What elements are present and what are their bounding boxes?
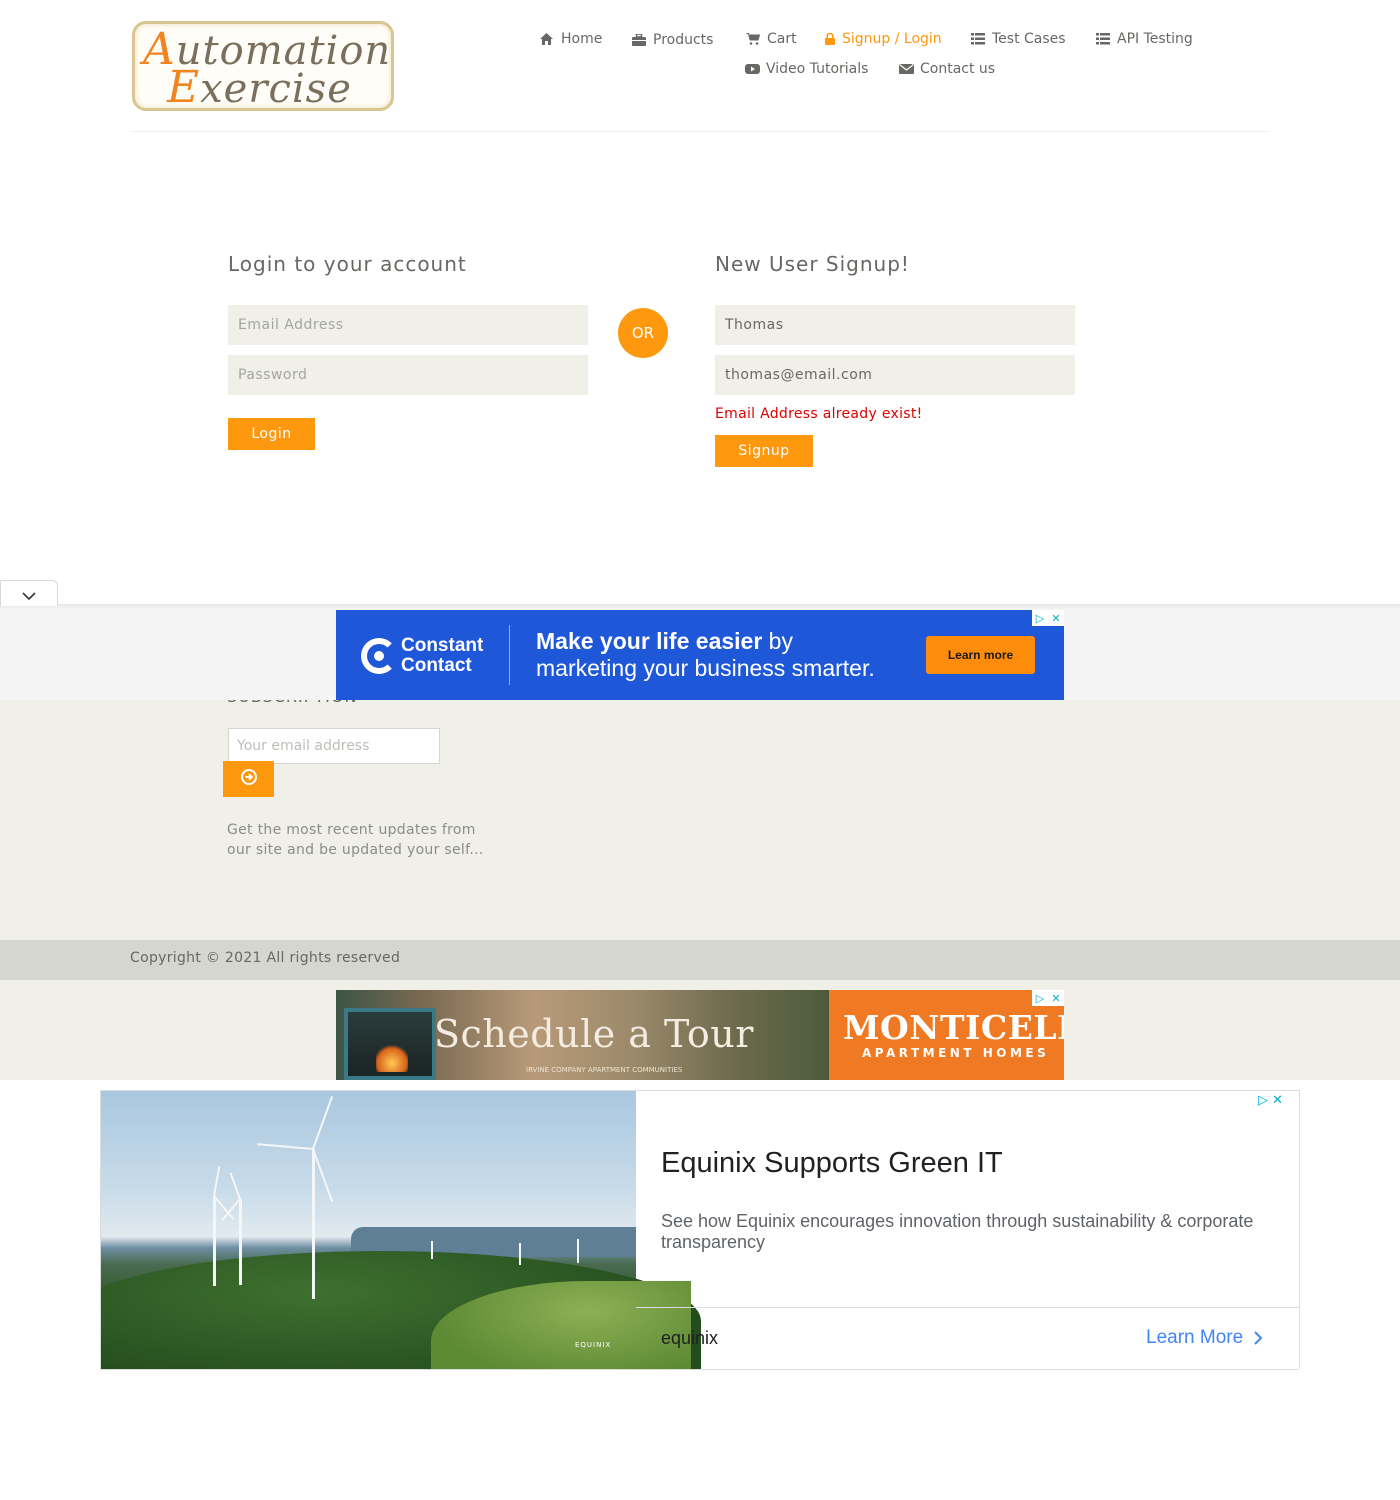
- constant-contact-ad[interactable]: Constant Contact Make your life easier b…: [336, 610, 1064, 700]
- equinix-learn-more-label: Learn More: [1146, 1327, 1244, 1348]
- wind-turbines-image: EQUINIX: [101, 1091, 701, 1369]
- signup-title: New User Signup!: [715, 252, 910, 276]
- cc-divider: [509, 625, 510, 685]
- cc-learn-more-button[interactable]: Learn more: [926, 636, 1035, 674]
- equinix-learn-more-link[interactable]: Learn More: [1146, 1327, 1263, 1349]
- nav-cart[interactable]: Cart: [746, 31, 797, 47]
- cc-headline: Make your life easier by marketing your …: [536, 628, 875, 682]
- logo-text-2: xercise: [200, 66, 352, 112]
- logo-cap-e: E: [167, 62, 201, 113]
- turbine-tower: [519, 1243, 521, 1265]
- subscription-email-input[interactable]: Your email address: [228, 728, 440, 764]
- envelope-icon: [899, 63, 914, 75]
- monticello-subtitle: APARTMENT HOMES: [862, 1046, 1050, 1060]
- logo-line-2: Exercise: [167, 62, 352, 113]
- ad-close-icon[interactable]: ✕: [1048, 610, 1064, 626]
- login-password-input[interactable]: Password: [228, 355, 588, 395]
- ad-choices[interactable]: ▷ ✕: [1032, 990, 1064, 1006]
- footer-widget: [0, 700, 1400, 940]
- lock-icon: [825, 32, 835, 45]
- monticello-brand: MONTICELLO: [843, 1008, 1064, 1047]
- login-button[interactable]: Login: [228, 418, 315, 450]
- nav-cart-label: Cart: [767, 31, 797, 47]
- nav-products[interactable]: Products: [632, 32, 713, 48]
- ad-choices-icon: ▷: [1035, 611, 1045, 625]
- ad-choices-icon: ▷: [1258, 1093, 1268, 1108]
- turbine-tower: [431, 1241, 433, 1259]
- nav-test-cases-label: Test Cases: [992, 31, 1066, 47]
- equinix-brand: equinix: [661, 1328, 719, 1348]
- equinix-title[interactable]: Equinix Supports Green IT: [661, 1147, 1003, 1180]
- equinix-description: See how Equinix encourages innovation th…: [661, 1211, 1254, 1252]
- chevron-down-icon: [21, 587, 37, 606]
- equinix-divider: [636, 1307, 1299, 1308]
- subscription-description: Get the most recent updates from our sit…: [227, 822, 484, 858]
- copyright-text: Copyright © 2021 All rights reserved: [130, 950, 401, 966]
- nav-contact-us-label: Contact us: [920, 61, 996, 77]
- ad-collapse-tab[interactable]: [0, 580, 58, 606]
- home-icon: [540, 33, 554, 45]
- nav-home[interactable]: Home: [540, 31, 602, 47]
- login-email-input[interactable]: Email Address: [228, 305, 588, 345]
- nav-video-tutorials-label: Video Tutorials: [766, 61, 869, 77]
- signup-name-input[interactable]: Thomas: [715, 305, 1075, 345]
- nav-products-label: Products: [653, 32, 714, 48]
- equinix-watermark: EQUINIX: [575, 1341, 612, 1349]
- turbine-tower: [213, 1196, 216, 1286]
- constant-contact-logo-dot: [374, 651, 384, 661]
- cc-brand-line2: Contact: [401, 655, 472, 676]
- constant-contact-brand: Constant Contact: [401, 636, 483, 676]
- turbine-blade: [312, 1096, 334, 1150]
- header-divider: [130, 131, 1270, 132]
- monticello-fine-print: IRVINE COMPANY APARTMENT COMMUNITIES: [526, 1066, 683, 1074]
- chevron-right-icon: [1253, 1330, 1263, 1346]
- cc-headline-line2: marketing your business smarter.: [536, 655, 875, 681]
- turbine-tower: [312, 1149, 315, 1299]
- monticello-ad[interactable]: Schedule a Tour IRVINE COMPANY APARTMENT…: [336, 990, 1064, 1080]
- ad-choices-icon: ▷: [1035, 991, 1045, 1005]
- turbine-tower: [239, 1199, 242, 1285]
- signup-button[interactable]: Signup: [715, 435, 813, 467]
- nav-test-cases[interactable]: Test Cases: [971, 31, 1066, 47]
- signup-email-input[interactable]: thomas@email.com: [715, 355, 1075, 395]
- nav-api-testing-label: API Testing: [1117, 31, 1193, 47]
- nav-signup-login-label: Signup / Login: [842, 31, 942, 47]
- turbine-tower: [577, 1239, 579, 1263]
- fire-image: [376, 1042, 408, 1072]
- turbine-blade: [229, 1172, 241, 1200]
- nav-api-testing[interactable]: API Testing: [1096, 31, 1193, 47]
- briefcase-icon: [632, 33, 646, 46]
- site-logo[interactable]: Automation Exercise: [132, 21, 394, 113]
- nav-video-tutorials[interactable]: Video Tutorials: [745, 61, 868, 77]
- signup-error-message: Email Address already exist!: [715, 406, 923, 422]
- site-header: Automation Exercise Home Products Cart S…: [0, 0, 1400, 133]
- ad-close-icon[interactable]: ✕: [1272, 1093, 1283, 1109]
- list-icon: [971, 33, 985, 45]
- arrow-circle-right-icon: [240, 769, 257, 789]
- login-title: Login to your account: [228, 252, 467, 276]
- youtube-play-icon: [745, 63, 760, 75]
- cc-brand-line1: Constant: [401, 635, 484, 656]
- monticello-brand-panel: MONTICELLO APARTMENT HOMES: [829, 990, 1064, 1080]
- equinix-ad[interactable]: EQUINIX Equinix Supports Green IT See ho…: [100, 1090, 1300, 1370]
- cart-icon: [746, 32, 761, 45]
- turbine-blade: [257, 1143, 314, 1150]
- nav-signup-login[interactable]: Signup / Login: [825, 31, 942, 47]
- monticello-tagline: Schedule a Tour: [434, 1012, 754, 1056]
- nav-contact-us[interactable]: Contact us: [899, 61, 995, 77]
- turbine-blade: [312, 1148, 334, 1202]
- list-icon: [1096, 33, 1110, 45]
- cc-headline-bold: Make your life easier: [536, 628, 763, 654]
- ad-choices[interactable]: ▷ ✕: [1258, 1093, 1298, 1109]
- cc-headline-rest: by: [762, 628, 793, 654]
- turbine-blade: [213, 1166, 221, 1197]
- or-divider: OR: [618, 308, 668, 358]
- ad-close-icon[interactable]: ✕: [1048, 990, 1064, 1006]
- ad-choices[interactable]: ▷ ✕: [1032, 610, 1064, 626]
- nav-home-label: Home: [561, 31, 603, 47]
- subscribe-button[interactable]: [223, 761, 274, 797]
